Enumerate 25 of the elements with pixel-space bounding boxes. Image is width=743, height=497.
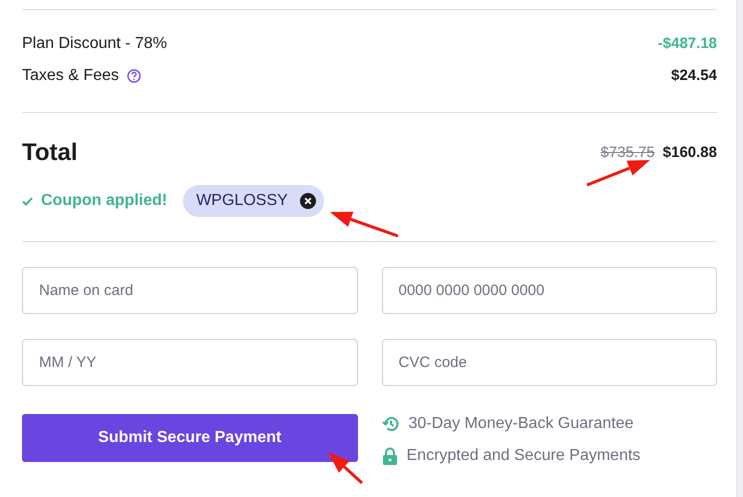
input-field[interactable]: MM / YY	[22, 339, 358, 386]
lock-icon	[382, 446, 398, 464]
guarantee-text: Encrypted and Secure Payments	[406, 446, 640, 464]
annotation-arrow	[330, 212, 398, 238]
close-icon[interactable]	[300, 193, 316, 209]
summary-label: Plan Discount - 78%	[22, 34, 167, 52]
total-price: $160.88	[662, 144, 717, 161]
total-label: Total	[22, 138, 78, 166]
original-price: $735.75	[600, 144, 655, 161]
summary-label: Taxes & Fees	[22, 66, 119, 84]
scrollbar[interactable]	[736, 0, 743, 497]
coupon-status: Coupon applied!	[41, 192, 168, 210]
summary-amount: -$487.18	[658, 35, 717, 52]
annotation-arrow	[586, 160, 650, 186]
submit-button[interactable]: Submit Secure Payment	[22, 414, 358, 462]
input-field[interactable]: CVC code	[382, 339, 717, 386]
help-icon[interactable]	[126, 68, 141, 82]
summary-amount: $24.54	[671, 67, 717, 84]
annotation-arrow	[328, 452, 363, 484]
guarantee-text: 30-Day Money-Back Guarantee	[408, 414, 634, 432]
input-field[interactable]: Name on card	[22, 267, 358, 314]
history-icon	[382, 414, 400, 432]
coupon-code: WPGLOSSY	[196, 192, 288, 210]
check-icon	[22, 196, 33, 206]
input-field[interactable]: 0000 0000 0000 0000	[382, 267, 717, 314]
